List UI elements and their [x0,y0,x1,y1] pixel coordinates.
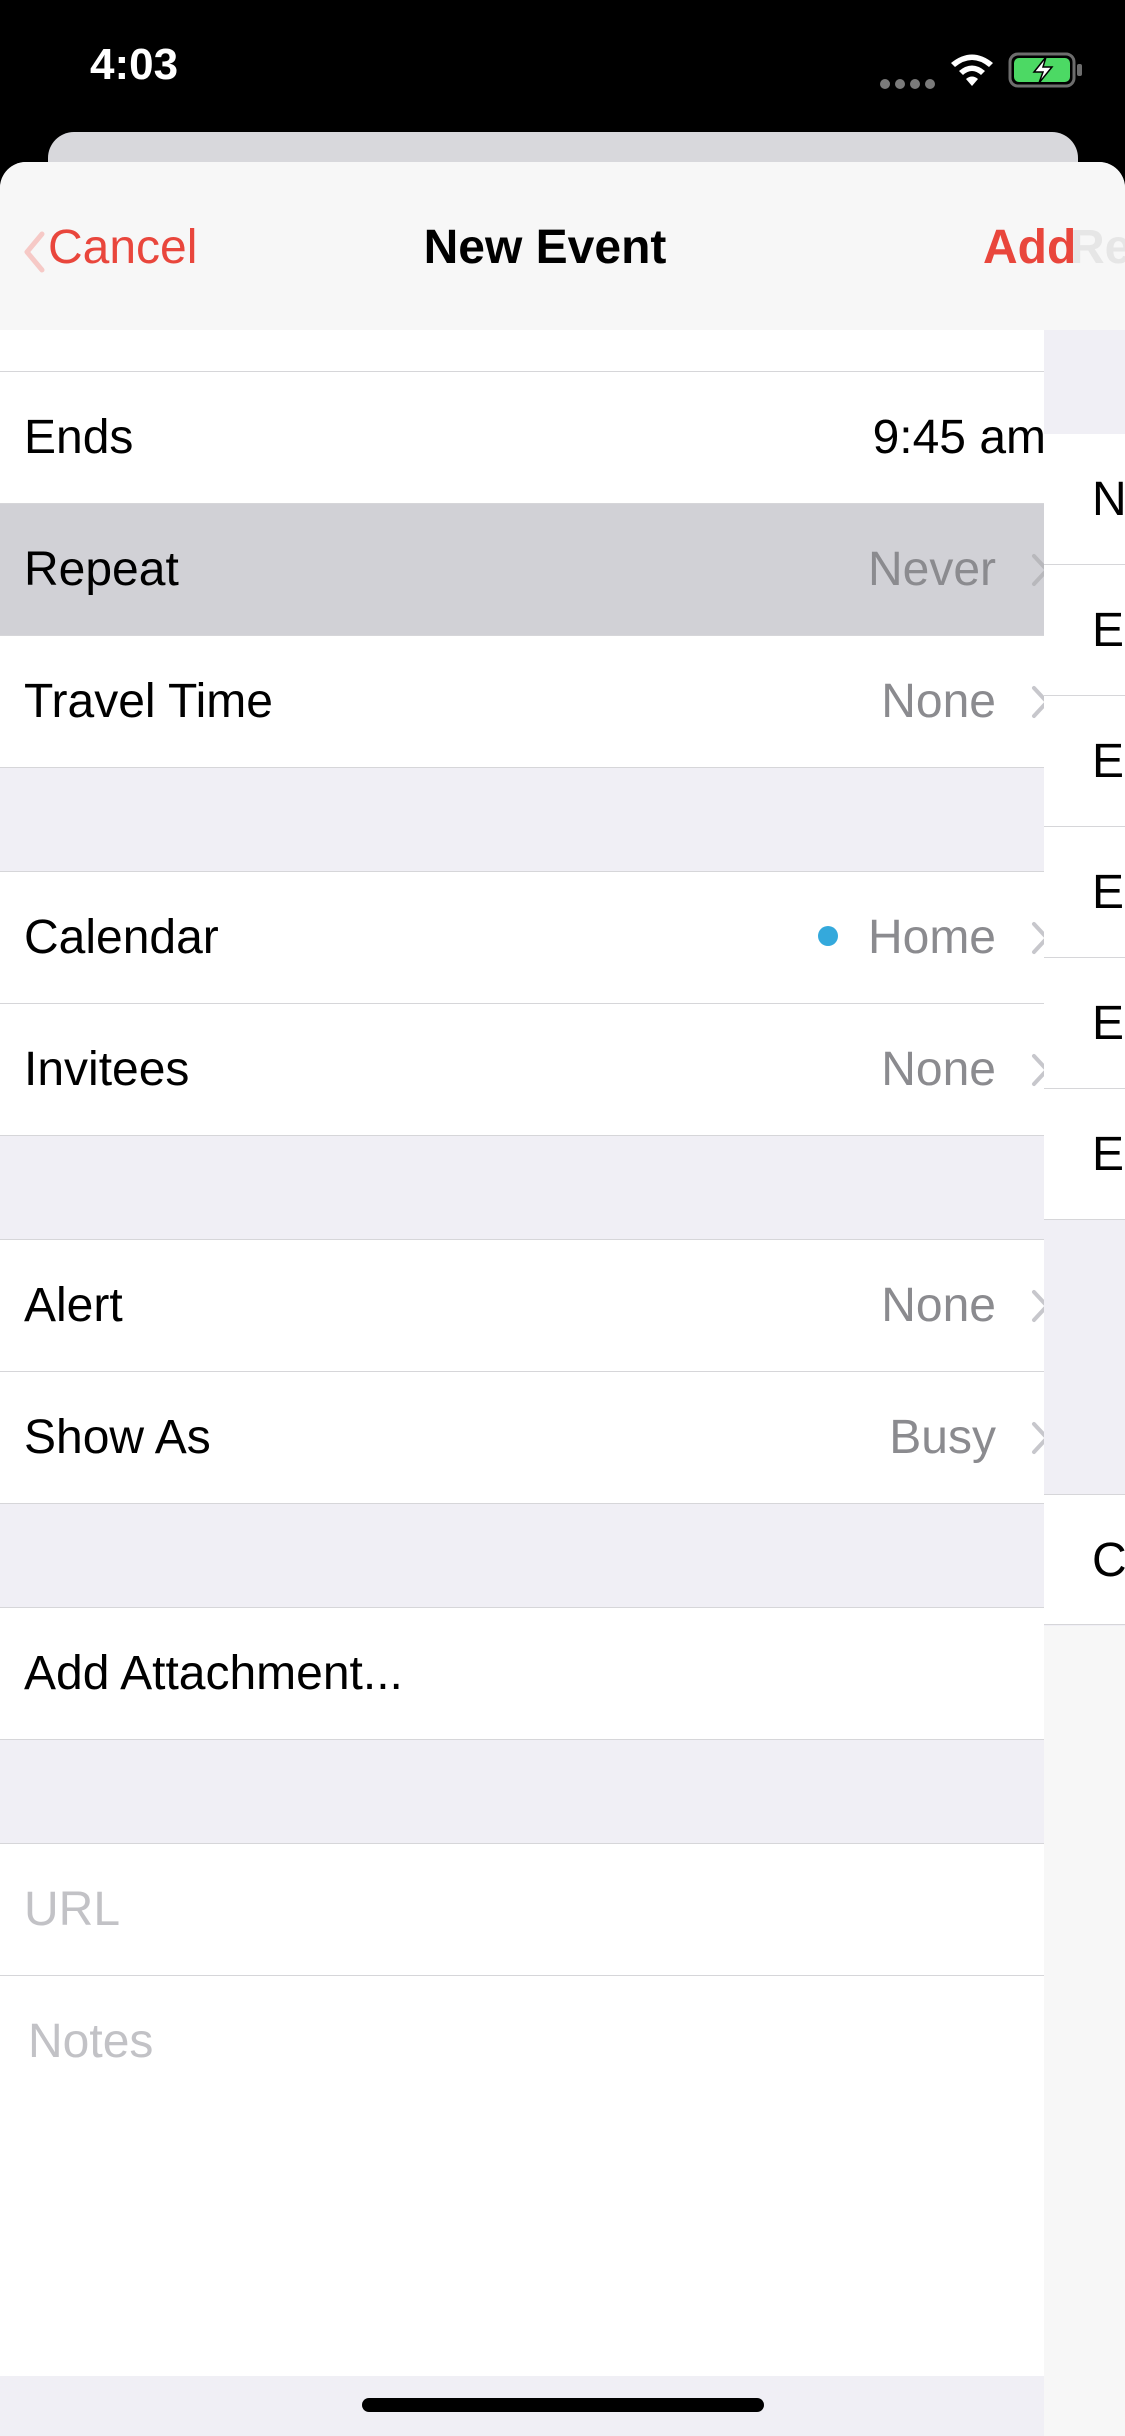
section-gap [0,1136,1044,1240]
add-attachment-row[interactable]: Add Attachment... [0,1608,1044,1740]
cellular-signal-icon [880,76,940,94]
navigation-bar: Cancel New Event Add Re [0,162,1125,331]
ends-value: 9:45 am [872,411,1046,464]
show-as-row[interactable]: Show As Busy [0,1372,1049,1504]
section-gap [0,1740,1044,1844]
page-title: New Event [423,221,667,274]
invitees-value: None [881,1043,996,1096]
calendar-value: Home [867,911,996,964]
calendar-row[interactable]: Calendar Home [0,872,1049,1004]
repeat-value: Never [867,543,996,596]
panel-fill [1044,1626,1125,2436]
calendar-value-wrapper: Home [817,872,996,1003]
ends-label: Ends [24,411,134,464]
repeat-option-row[interactable]: E [1044,1089,1125,1220]
repeat-options-list: N E E E E E [1044,434,1125,1220]
wifi-icon [951,54,993,86]
invitees-label: Invitees [24,1043,190,1096]
event-form-list: Ends 9:45 am Repeat Never Travel Time No… [0,330,1049,2376]
url-field[interactable]: URL [0,1844,1044,1976]
battery-charging-icon [1008,52,1082,88]
section-gap [0,768,1044,872]
section-gap [0,1504,1044,1608]
travel-time-row[interactable]: Travel Time None [0,636,1049,768]
notes-placeholder: Notes [28,2015,154,2068]
home-indicator[interactable] [362,2398,764,2412]
repeat-option-row[interactable]: N [1044,434,1125,565]
travel-time-value: None [881,675,996,728]
status-bar: 4:03 [0,0,1125,132]
starts-row-partial [0,330,1044,372]
repeat-option-row[interactable]: E [1044,696,1125,827]
alert-row[interactable]: Alert None [0,1240,1049,1372]
repeat-custom-row[interactable]: C [1044,1494,1125,1625]
underlying-repeat-options-panel: N E E E E E C [1044,330,1125,2436]
status-time: 4:03 [90,40,179,89]
url-placeholder: URL [24,1883,121,1936]
notes-field[interactable]: Notes [0,1976,1044,2376]
invitees-row[interactable]: Invitees None [0,1004,1049,1136]
show-as-label: Show As [24,1411,211,1464]
add-button[interactable]: Add [983,220,1076,275]
calendar-color-dot-icon [817,926,838,947]
repeat-option-row[interactable]: E [1044,565,1125,696]
alert-label: Alert [24,1279,123,1332]
new-event-sheet: Cancel New Event Add Re Ends 9:45 am Rep… [0,162,1125,2436]
calendar-label: Calendar [24,911,219,964]
repeat-row[interactable]: Repeat Never [0,504,1049,636]
ghost-nav-text: Re [1070,221,1125,274]
repeat-option-row[interactable]: E [1044,958,1125,1089]
repeat-option-row[interactable]: E [1044,827,1125,958]
repeat-label: Repeat [24,543,179,596]
ends-row[interactable]: Ends 9:45 am [0,372,1046,504]
show-as-value: Busy [889,1411,996,1464]
add-attachment-label: Add Attachment... [24,1647,403,1700]
travel-time-label: Travel Time [24,675,273,728]
alert-value: None [881,1279,996,1332]
